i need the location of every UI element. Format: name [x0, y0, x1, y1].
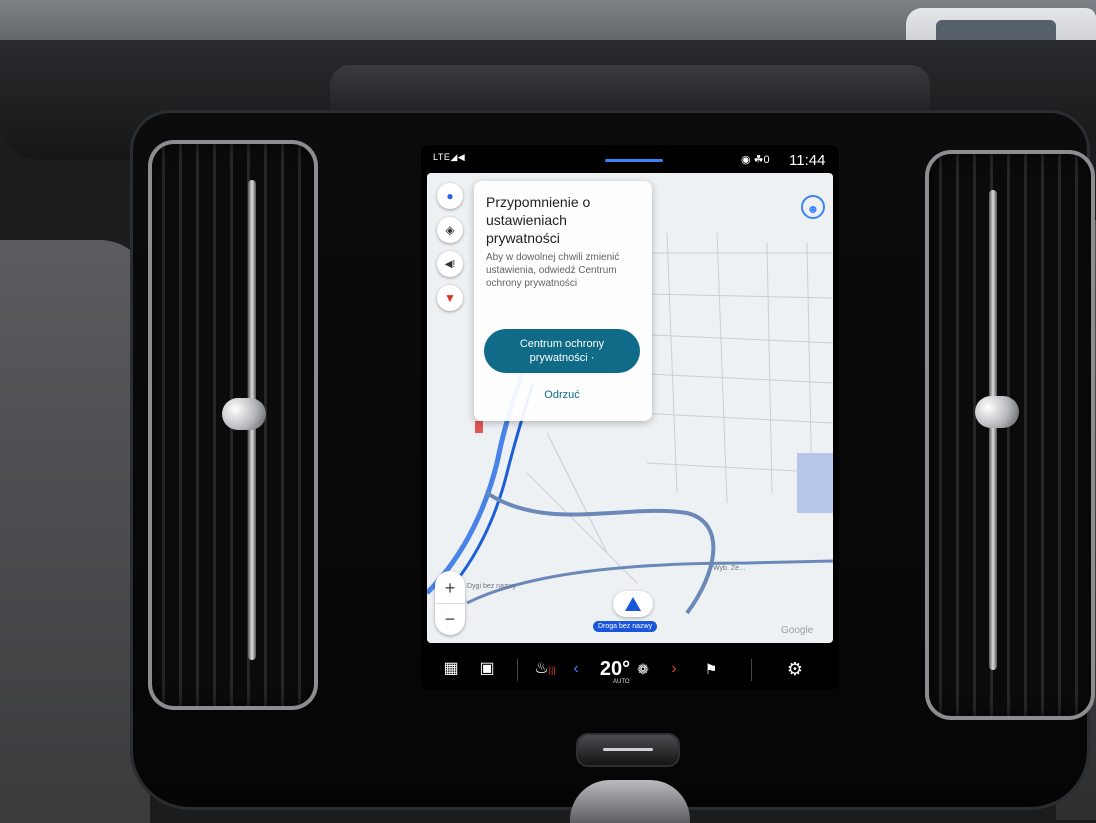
left-air-vent — [148, 140, 318, 710]
map-street — [526, 432, 638, 584]
divider — [517, 659, 518, 681]
seat-heat-icon[interactable]: ♨||| — [533, 657, 557, 681]
right-air-vent — [925, 150, 1095, 720]
signal-indicator: LTE◢◀ — [433, 152, 466, 162]
current-road-name: Droga bez nazwy — [593, 621, 658, 632]
zoom-control: + − — [435, 571, 465, 635]
temp-increase-button[interactable]: › — [667, 657, 681, 681]
map-block — [797, 453, 833, 513]
map-poi-marker — [475, 421, 483, 433]
vent-blade — [989, 190, 997, 670]
gear-selector — [570, 780, 690, 823]
map-street — [666, 232, 813, 504]
apps-grid-icon[interactable]: ▦ — [441, 657, 461, 681]
map-view[interactable]: Wyb. Ze… Dygi bez nazwy ● ◈ ◀! ▼ ☻ + − D… — [427, 173, 833, 643]
map-street-label: Dygi bez nazwy — [467, 583, 517, 590]
zoom-out-button[interactable]: − — [435, 603, 465, 634]
microphone-icon[interactable]: ● — [437, 183, 463, 209]
sound-icon[interactable]: ◀! — [437, 251, 463, 277]
top-pull-handle[interactable] — [605, 159, 663, 162]
home-button[interactable] — [578, 735, 678, 765]
layers-icon[interactable]: ◈ — [437, 217, 463, 243]
account-icon[interactable]: ☻ — [801, 195, 825, 219]
left-trim-panel — [0, 240, 150, 823]
map-street-label: Wyb. Ze… — [713, 565, 746, 572]
report-icon[interactable]: ▼ — [437, 285, 463, 311]
left-vent-knob[interactable] — [222, 398, 266, 430]
google-watermark: Google — [781, 625, 814, 636]
climate-bar: ▦ ▣ ♨||| ‹ 20° AUTO ❁ › ⚑ ⚙ — [421, 651, 839, 687]
clock: 11:44 — [789, 152, 826, 169]
status-icons: ◉ ☘0 — [741, 154, 770, 166]
privacy-center-button[interactable]: Centrum ochrony prywatności · — [484, 329, 640, 373]
card-title: Przypomnienie o ustawieniach prywatności — [486, 194, 591, 246]
temp-decrease-button[interactable]: ‹ — [569, 657, 583, 681]
zoom-in-button[interactable]: + — [435, 573, 465, 603]
seat-icon[interactable]: ⚑ — [701, 657, 721, 681]
settings-gear-icon[interactable]: ⚙ — [783, 657, 807, 681]
card-body: Aby w dowolnej chwili zmienić ustawienia… — [486, 252, 620, 289]
route-road — [485, 491, 716, 615]
status-bar: LTE◢◀ ◉ ☘0 11:44 — [421, 145, 839, 173]
infotainment-screen: LTE◢◀ ◉ ☘0 11:44 Wyb. Ze… Dygi bez nazwy — [421, 145, 839, 690]
camera-icon[interactable]: ▣ — [475, 657, 499, 681]
right-vent-knob[interactable] — [975, 396, 1019, 428]
temperature-readout[interactable]: 20° — [597, 657, 633, 681]
fan-icon[interactable]: ❁ — [633, 657, 653, 681]
privacy-reminder-card: Przypomnienie o ustawieniach prywatności… — [474, 181, 652, 421]
current-location-icon[interactable] — [613, 591, 653, 617]
divider — [751, 659, 752, 681]
dismiss-button[interactable]: Odrzuć — [484, 385, 640, 405]
auto-label: AUTO — [613, 679, 630, 685]
